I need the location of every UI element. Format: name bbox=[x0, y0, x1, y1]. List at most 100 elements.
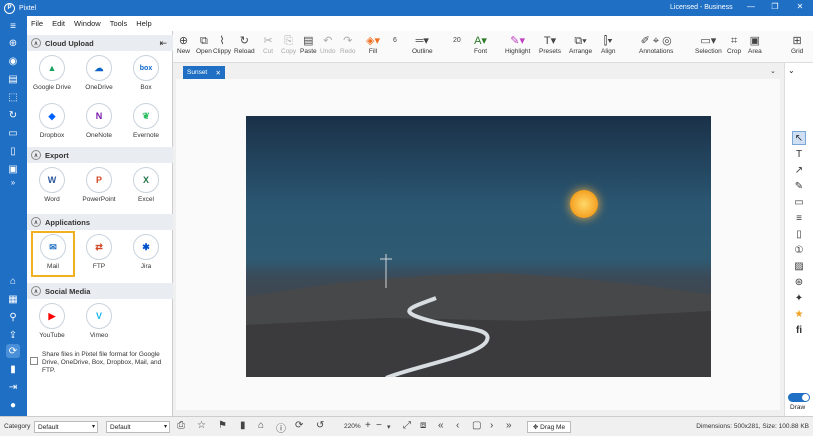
section-export[interactable]: ∧ Export bbox=[27, 147, 173, 163]
pen-tool-icon[interactable]: ✎ bbox=[792, 179, 806, 193]
chevron-down-icon[interactable]: ⌄ bbox=[788, 66, 796, 75]
menu-file[interactable]: File bbox=[31, 19, 43, 28]
tile-powerpoint[interactable]: P PowerPoint bbox=[77, 167, 121, 211]
arrow-tool-icon[interactable]: ↗ bbox=[792, 163, 806, 177]
tile-ftp[interactable]: ⇄ FTP bbox=[77, 234, 121, 278]
mobile-icon[interactable]: ▯ bbox=[6, 144, 20, 158]
undo-button[interactable]: ↶ Undo bbox=[320, 34, 336, 55]
arrange-button[interactable]: ⧉▾ Arrange bbox=[569, 34, 592, 55]
info-icon[interactable]: ⓘ bbox=[276, 420, 286, 435]
line-tool-icon[interactable]: ≡ bbox=[792, 211, 806, 225]
bookmark-icon[interactable]: ▮ bbox=[240, 420, 246, 431]
zoom-level[interactable]: 220% bbox=[344, 423, 361, 430]
tile-google-drive[interactable]: ▲ Google Drive bbox=[30, 55, 74, 99]
menu-window[interactable]: Window bbox=[74, 19, 101, 28]
gallery-icon[interactable]: ▦ bbox=[6, 292, 20, 306]
outline-button[interactable]: ═▾ Outline bbox=[412, 34, 433, 55]
menu-tools[interactable]: Tools bbox=[110, 19, 128, 28]
sunset-image[interactable] bbox=[246, 116, 711, 377]
fit-icon[interactable]: ⤢ bbox=[403, 420, 411, 431]
highlight-button[interactable]: ✎▾ Highlight bbox=[505, 34, 530, 55]
effects-tool-icon[interactable]: ✦ bbox=[792, 291, 806, 305]
grid-button[interactable]: ⊞ Grid bbox=[791, 34, 803, 55]
font-size-select[interactable]: 20 bbox=[453, 34, 461, 48]
section-cloud-upload[interactable]: ∧ Cloud Upload ⇤ bbox=[27, 35, 173, 51]
annotations-button[interactable]: ✐ ⌖ ◎ Annotations bbox=[639, 34, 673, 55]
clippy-button[interactable]: ⌇ Clippy bbox=[213, 34, 231, 55]
page-icon[interactable]: ▢ bbox=[472, 420, 481, 431]
collapse-panel-icon[interactable]: ⇤ bbox=[159, 38, 167, 49]
step-tool-icon[interactable]: ① bbox=[792, 243, 806, 257]
stamp-tool-icon[interactable]: ⊛ bbox=[792, 275, 806, 289]
last-page-icon[interactable]: » bbox=[506, 420, 512, 431]
tile-word[interactable]: W Word bbox=[30, 167, 74, 211]
reload-button[interactable]: ↻ Reload bbox=[234, 34, 255, 55]
tile-mail[interactable]: ✉ Mail bbox=[31, 231, 75, 277]
share-icon[interactable]: ⟳ bbox=[295, 420, 303, 431]
image-tool-icon[interactable]: ▨ bbox=[792, 259, 806, 273]
pointer-tool-icon[interactable]: ↖ bbox=[792, 131, 806, 145]
crop-button[interactable]: ⌗ Crop bbox=[727, 34, 741, 55]
drag-me-button[interactable]: ✥ Drag Me bbox=[527, 421, 571, 433]
note-tool-icon[interactable]: ▯ bbox=[792, 227, 806, 241]
second-category-select[interactable]: Default ▾ bbox=[106, 421, 170, 433]
tile-dropbox[interactable]: ◆ Dropbox bbox=[30, 103, 74, 147]
zoom-out-icon[interactable]: − bbox=[376, 420, 382, 431]
tag-icon[interactable]: ⌂ bbox=[258, 420, 264, 431]
align-button[interactable]: ⫿▾ Align bbox=[601, 34, 615, 55]
actual-size-icon[interactable]: ⧈ bbox=[420, 420, 426, 431]
region-icon[interactable]: ⬚ bbox=[6, 90, 20, 104]
open-button[interactable]: ⧉ Open bbox=[196, 34, 212, 55]
tile-box[interactable]: box Box bbox=[124, 55, 168, 99]
share-icon[interactable]: ⟳ bbox=[6, 344, 20, 358]
user-icon[interactable]: ● bbox=[6, 398, 20, 412]
tile-excel[interactable]: X Excel bbox=[124, 167, 168, 211]
flag-icon[interactable]: ⚑ bbox=[218, 420, 227, 431]
maximize-button[interactable]: ❐ bbox=[768, 2, 782, 13]
section-applications[interactable]: ∧ Applications bbox=[27, 214, 173, 230]
search-icon[interactable]: ⚲ bbox=[6, 310, 20, 324]
fill-button[interactable]: ◈▾ Fill bbox=[366, 34, 380, 55]
next-page-icon[interactable]: › bbox=[490, 420, 493, 431]
export-icon[interactable]: ⇪ bbox=[6, 328, 20, 342]
cut-button[interactable]: ✂ Cut bbox=[263, 34, 273, 55]
tab-sunset[interactable]: Sunset ✕ bbox=[183, 66, 225, 79]
tile-vimeo[interactable]: V Vimeo bbox=[77, 303, 121, 347]
star-tool-icon[interactable]: ★ bbox=[792, 307, 806, 321]
capture-icon[interactable]: ⊕ bbox=[6, 36, 20, 50]
paste-button[interactable]: ▤ Paste bbox=[300, 34, 317, 55]
video-icon[interactable]: ▣ bbox=[6, 162, 20, 176]
close-tab-icon[interactable]: ✕ bbox=[216, 69, 221, 77]
close-button[interactable]: ✕ bbox=[793, 2, 807, 13]
rectangle-tool-icon[interactable]: ▭ bbox=[792, 195, 806, 209]
prev-page-icon[interactable]: ‹ bbox=[456, 420, 459, 431]
login-icon[interactable]: ⇥ bbox=[6, 380, 20, 394]
document-icon[interactable]: ▤ bbox=[6, 72, 20, 86]
star-icon[interactable]: ☆ bbox=[197, 420, 206, 431]
new-button[interactable]: ⊕ New bbox=[177, 34, 190, 55]
home-icon[interactable]: ⌂ bbox=[6, 274, 20, 288]
window-icon[interactable]: ▭ bbox=[6, 126, 20, 140]
save-icon[interactable]: ⎙ bbox=[177, 420, 185, 431]
menu-help[interactable]: Help bbox=[136, 19, 151, 28]
redo-button[interactable]: ↷ Redo bbox=[340, 34, 356, 55]
font-button[interactable]: A▾ Font bbox=[474, 34, 487, 55]
tile-onedrive[interactable]: ☁ OneDrive bbox=[77, 55, 121, 99]
area-button[interactable]: ▣ Area bbox=[748, 34, 762, 55]
phone-icon[interactable]: ▮ bbox=[6, 362, 20, 376]
hamburger-menu-icon[interactable]: ≡ bbox=[6, 19, 20, 33]
category-select[interactable]: Default ▾ bbox=[34, 421, 98, 433]
chevron-down-icon[interactable]: ▾ bbox=[387, 423, 391, 431]
ligature-tool-icon[interactable]: ﬁ bbox=[792, 323, 806, 337]
outline-size-select[interactable]: 6 bbox=[393, 34, 397, 48]
tile-youtube[interactable]: ▶ YouTube bbox=[30, 303, 74, 347]
chevron-down-icon[interactable]: ⌄ bbox=[770, 67, 776, 75]
draw-toggle[interactable] bbox=[788, 393, 810, 402]
copy-button[interactable]: ⎘ Copy bbox=[281, 34, 296, 55]
first-page-icon[interactable]: « bbox=[438, 420, 444, 431]
history-icon[interactable]: ↻ bbox=[6, 108, 20, 122]
section-social-media[interactable]: ∧ Social Media bbox=[27, 283, 173, 299]
minimize-button[interactable]: — bbox=[744, 2, 758, 13]
zoom-in-icon[interactable]: + bbox=[365, 420, 371, 431]
share-format-checkbox[interactable] bbox=[30, 357, 38, 365]
